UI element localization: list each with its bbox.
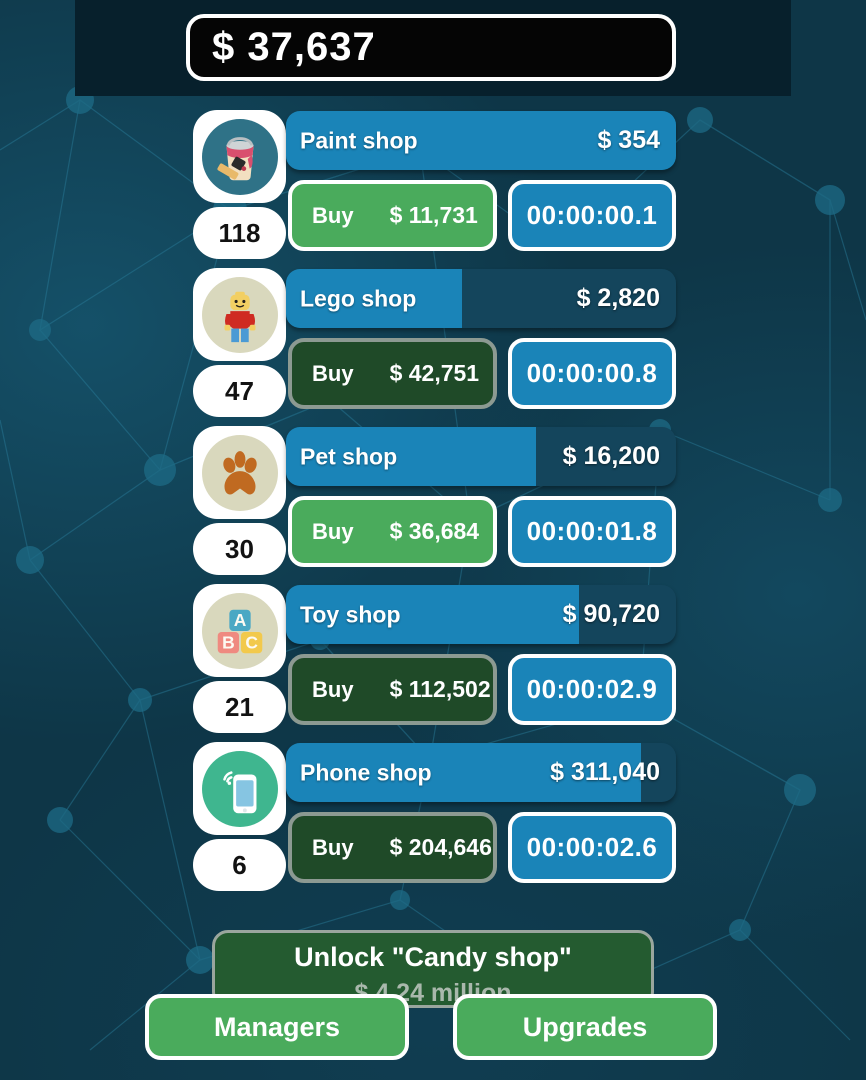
shop-count-badge: 21 [193, 681, 286, 733]
shop-icon-tile[interactable] [193, 742, 286, 835]
svg-text:A: A [233, 610, 246, 630]
shop-progress-bar[interactable]: Paint shop $ 354 [286, 111, 676, 170]
abc-blocks-icon: ABC [202, 593, 278, 669]
shop-revenue: $ 354 [597, 125, 660, 154]
shop-timer-button[interactable]: 00:00:02.6 [508, 812, 676, 883]
shop-progress-bar[interactable]: Toy shop $ 90,720 [286, 585, 676, 644]
shop-timer: 00:00:02.6 [527, 832, 658, 863]
shop-icon-tile[interactable] [193, 110, 286, 203]
shop-progress-bar[interactable]: Pet shop $ 16,200 [286, 427, 676, 486]
buy-label: Buy [312, 361, 354, 387]
shop-buy-button[interactable]: Buy $ 112,502 [288, 654, 497, 725]
shop-revenue: $ 90,720 [563, 599, 660, 628]
buy-price: $ 42,751 [390, 360, 480, 387]
shop-count: 21 [225, 692, 254, 723]
bottom-toolbar: Managers Upgrades [0, 994, 866, 1080]
managers-button[interactable]: Managers [145, 994, 409, 1060]
shop-count: 47 [225, 376, 254, 407]
shop-count: 118 [219, 218, 261, 249]
buy-label: Buy [312, 519, 354, 545]
shop-timer: 00:00:01.8 [527, 516, 658, 547]
buy-price: $ 204,646 [390, 834, 492, 861]
svg-text:B: B [222, 632, 235, 652]
svg-text:C: C [245, 632, 258, 652]
shop-revenue: $ 16,200 [563, 441, 660, 470]
buy-label: Buy [312, 677, 354, 703]
shop-count-badge: 47 [193, 365, 286, 417]
smartphone-icon [202, 751, 278, 827]
shop-icon-tile[interactable] [193, 426, 286, 519]
shop-buy-button[interactable]: Buy $ 11,731 [288, 180, 497, 251]
shop-timer-button[interactable]: 00:00:00.1 [508, 180, 676, 251]
unlock-title: Unlock "Candy shop" [294, 942, 572, 973]
shop-list: 118 Paint shop $ 354 Buy $ 11,731 00:00:00.1 4… [0, 110, 866, 900]
game-screen: $ 37,637 118 Paint shop $ 354 Buy $ 11,731 00… [0, 0, 866, 1080]
shop-progress-bar[interactable]: Lego shop $ 2,820 [286, 269, 676, 328]
shop-timer-button[interactable]: 00:00:02.9 [508, 654, 676, 725]
shop-buy-button[interactable]: Buy $ 42,751 [288, 338, 497, 409]
shop-icon-tile[interactable] [193, 268, 286, 361]
shop-row: ABC 21 Toy shop $ 90,720 Buy $ 112,502 00:00:0… [0, 584, 866, 742]
buy-label: Buy [312, 835, 354, 861]
shop-row: 30 Pet shop $ 16,200 Buy $ 36,684 00:00:01.8 [0, 426, 866, 584]
shop-row: 47 Lego shop $ 2,820 Buy $ 42,751 00:00:00.8 [0, 268, 866, 426]
shop-row: 6 Phone shop $ 311,040 Buy $ 204,646 00:00:02… [0, 742, 866, 900]
lego-minifigure-icon [202, 277, 278, 353]
money-display: $ 37,637 [186, 14, 676, 81]
shop-revenue: $ 2,820 [577, 283, 660, 312]
shop-buy-button[interactable]: Buy $ 36,684 [288, 496, 497, 567]
shop-name: Paint shop [300, 127, 418, 154]
shop-count: 6 [232, 850, 246, 881]
buy-price: $ 11,731 [390, 202, 478, 229]
buy-price: $ 36,684 [390, 518, 480, 545]
shop-progress-bar[interactable]: Phone shop $ 311,040 [286, 743, 676, 802]
buy-label: Buy [312, 203, 354, 229]
paint-bucket-icon [202, 119, 278, 195]
paw-print-icon [202, 435, 278, 511]
shop-name: Toy shop [300, 601, 401, 628]
shop-timer: 00:00:00.1 [527, 200, 658, 231]
shop-timer: 00:00:00.8 [527, 358, 658, 389]
managers-label: Managers [214, 1012, 340, 1043]
shop-timer-button[interactable]: 00:00:00.8 [508, 338, 676, 409]
shop-revenue: $ 311,040 [550, 757, 660, 786]
shop-row: 118 Paint shop $ 354 Buy $ 11,731 00:00:00.1 [0, 110, 866, 268]
shop-timer-button[interactable]: 00:00:01.8 [508, 496, 676, 567]
shop-icon-tile[interactable]: ABC [193, 584, 286, 677]
shop-count-badge: 118 [193, 207, 286, 259]
shop-name: Pet shop [300, 443, 397, 470]
shop-name: Lego shop [300, 285, 416, 312]
shop-count: 30 [225, 534, 254, 565]
money-amount: $ 37,637 [212, 25, 376, 70]
buy-price: $ 112,502 [390, 676, 491, 703]
upgrades-label: Upgrades [523, 1012, 648, 1043]
shop-buy-button[interactable]: Buy $ 204,646 [288, 812, 497, 883]
shop-count-badge: 6 [193, 839, 286, 891]
shop-count-badge: 30 [193, 523, 286, 575]
upgrades-button[interactable]: Upgrades [453, 994, 717, 1060]
shop-name: Phone shop [300, 759, 432, 786]
shop-timer: 00:00:02.9 [527, 674, 658, 705]
